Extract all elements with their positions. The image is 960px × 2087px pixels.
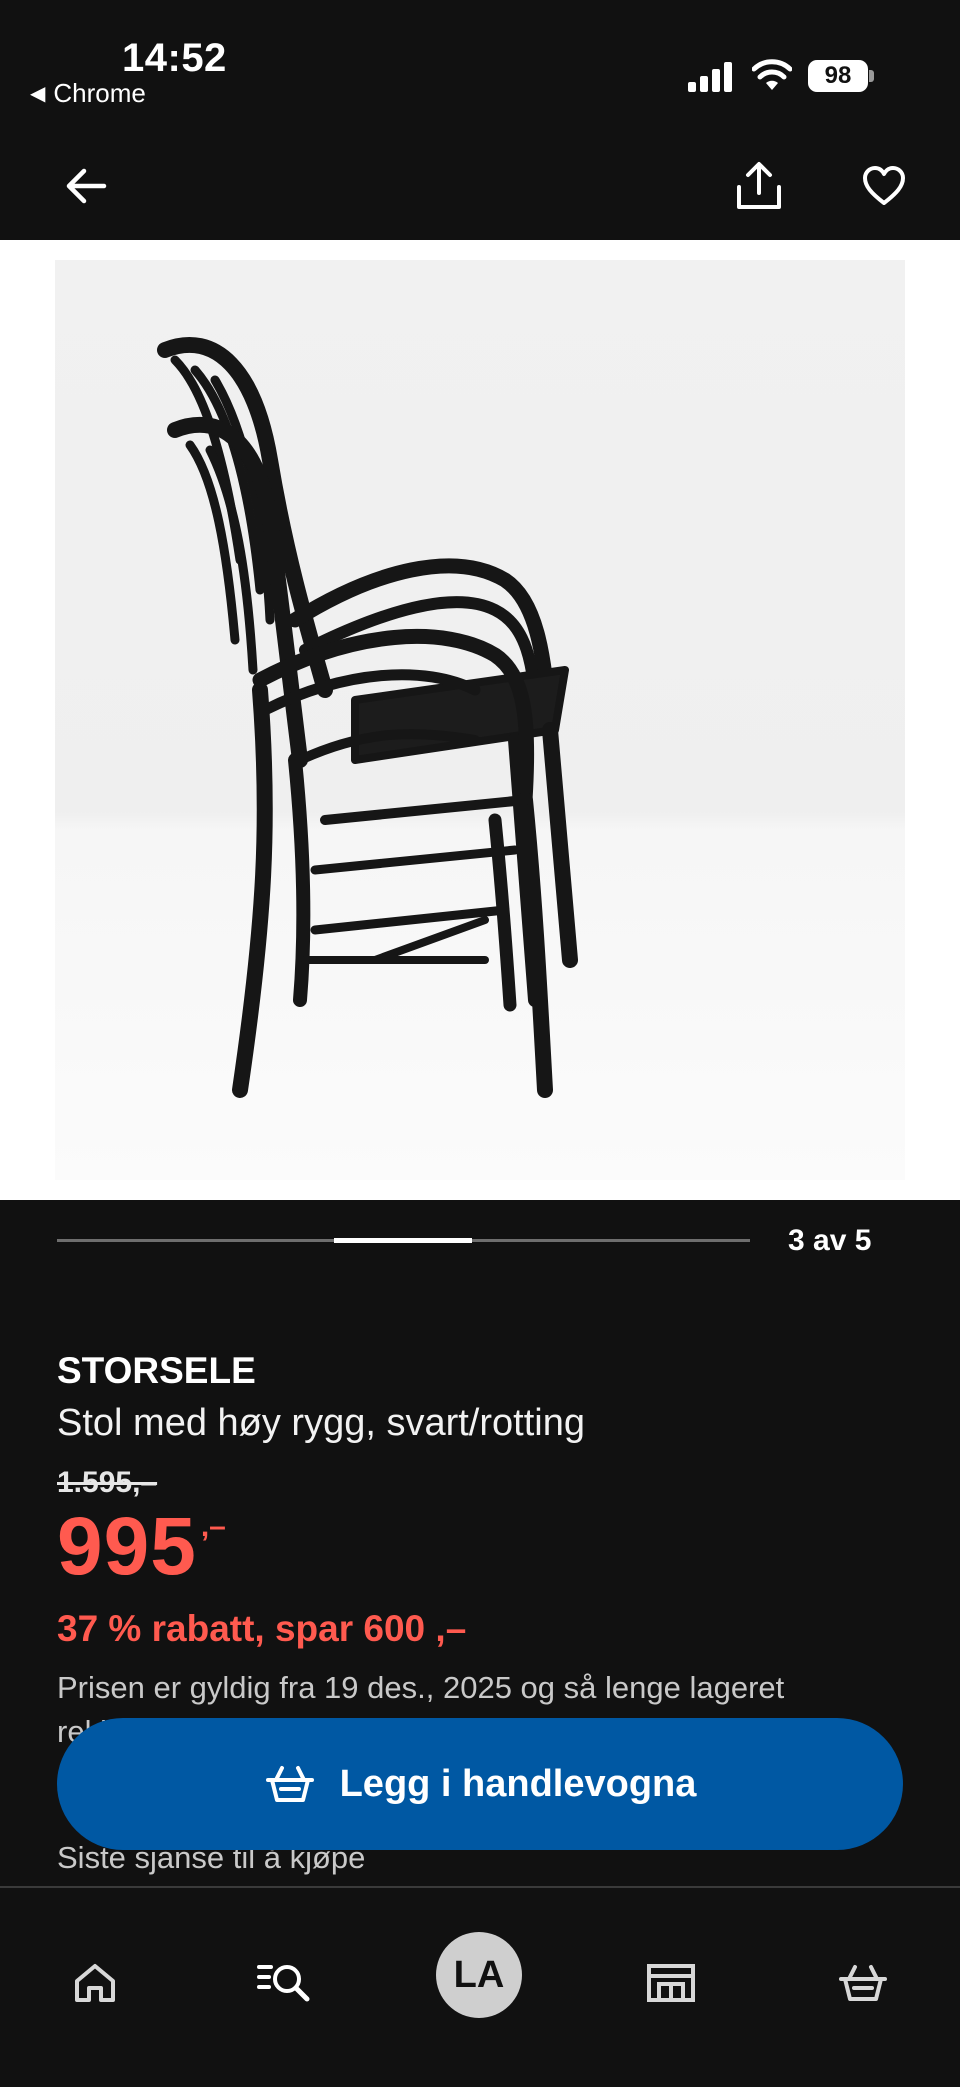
battery-level: 98: [808, 60, 868, 92]
top-nav: [0, 130, 960, 240]
tab-search[interactable]: [250, 1948, 320, 2018]
product-name: STORSELE: [57, 1350, 256, 1391]
tab-cart[interactable]: [828, 1948, 898, 2018]
chair-illustration: [157, 337, 578, 1098]
tab-stores[interactable]: [636, 1948, 706, 2018]
bottom-nav: LA: [0, 1886, 960, 2087]
search-icon: [257, 1965, 310, 2002]
old-price: 1.595,–: [57, 1466, 158, 1499]
status-time: 14:52: [122, 36, 227, 80]
product-page: 14:52 ◀ Chrome 98 3 av 5 STORSELE Stol m…: [0, 0, 960, 2087]
add-to-cart-label: Legg i handlevogna: [339, 1762, 697, 1805]
discount-text: 37 % rabatt, spar 600 ,–: [57, 1608, 467, 1649]
share-icon: [737, 162, 781, 209]
battery-icon: 98: [808, 60, 874, 92]
product-image[interactable]: [55, 260, 905, 1180]
image-carousel-indicator: 3 av 5: [0, 1200, 960, 1290]
home-icon: [75, 1964, 115, 2002]
battery-tip: [869, 70, 874, 82]
status-bar: 14:52 ◀ Chrome 98: [0, 0, 960, 130]
price-suffix: ,–: [200, 1510, 226, 1543]
product-description: Stol med høy rygg, svart/rotting: [57, 1402, 585, 1444]
avatar[interactable]: LA: [436, 1932, 522, 2018]
basket-icon: [839, 1965, 887, 2001]
share-button[interactable]: [731, 158, 787, 214]
image-counter: 3 av 5: [788, 1224, 872, 1257]
back-arrow-icon: [66, 168, 107, 204]
signal-icon: [688, 62, 732, 92]
price-amount: 995: [57, 1501, 197, 1592]
heart-icon: [863, 166, 905, 205]
carousel-active-segment: [334, 1238, 472, 1243]
wifi-icon: [752, 59, 792, 90]
basket-icon: [265, 1766, 314, 1802]
store-icon: [647, 1964, 695, 2002]
back-button[interactable]: [58, 158, 114, 214]
tab-home[interactable]: [60, 1948, 130, 2018]
current-price: 995 ,–: [57, 1506, 226, 1588]
back-triangle-icon: ◀: [30, 83, 46, 105]
favorite-button[interactable]: [856, 158, 912, 214]
back-app-label: Chrome: [53, 78, 146, 108]
product-image-area[interactable]: [0, 240, 960, 1200]
back-to-app-link[interactable]: ◀ Chrome: [30, 78, 146, 109]
add-to-cart-button[interactable]: Legg i handlevogna: [57, 1718, 903, 1850]
